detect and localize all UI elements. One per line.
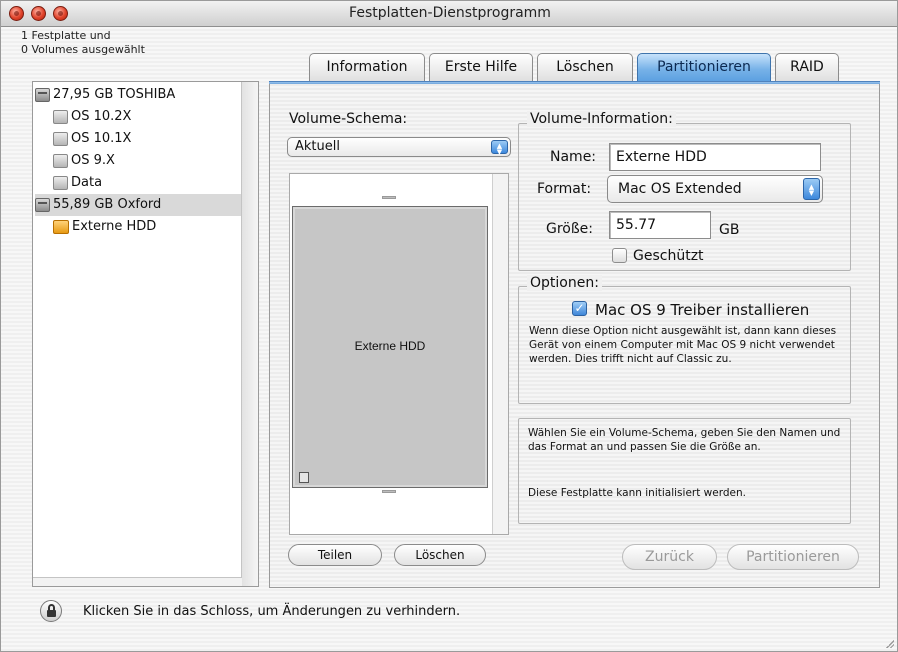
disk-icon xyxy=(35,198,50,212)
protected-checkbox[interactable] xyxy=(612,248,627,263)
selection-summary: 1 Festplatte und 0 Volumes ausgewählt xyxy=(21,29,145,57)
external-volume-icon xyxy=(53,220,69,234)
volume-scheme-label: Volume-Schema: xyxy=(289,111,408,127)
lock-body xyxy=(47,610,56,617)
revert-button[interactable]: Zurück xyxy=(622,544,717,570)
delete-button[interactable]: Löschen xyxy=(394,544,486,566)
lock-icon[interactable] xyxy=(40,600,62,622)
disk-item-label: 27,95 GB TOSHIBA xyxy=(53,87,176,102)
popup-arrows-icon: ▲ ▼ xyxy=(491,140,508,156)
initialize-note: Diese Festplatte kann initialisiert werd… xyxy=(528,487,746,499)
volume-item-label: Externe HDD xyxy=(72,219,157,234)
title-bar: Festplatten-Dienstprogramm xyxy=(1,1,897,27)
protected-label: Geschützt xyxy=(633,248,704,264)
mac-os-9-driver-label: Mac OS 9 Treiber installieren xyxy=(595,301,810,319)
disk-item-label: 55,89 GB Oxford xyxy=(53,197,162,212)
volume-item-label: OS 10.1X xyxy=(71,131,132,146)
split-button[interactable]: Teilen xyxy=(288,544,382,566)
selection-summary-line2: 0 Volumes ausgewählt xyxy=(21,43,145,56)
volume-item-externe-hdd[interactable]: Externe HDD xyxy=(53,216,156,238)
tab-information[interactable]: Information xyxy=(309,53,425,82)
lock-icon xyxy=(299,472,309,483)
volume-item-label: OS 9.X xyxy=(71,153,115,168)
volume-item-os102x[interactable]: OS 10.2X xyxy=(53,106,131,128)
selection-summary-line1: 1 Festplatte und xyxy=(21,29,111,42)
volume-item-os9x[interactable]: OS 9.X xyxy=(53,150,115,172)
size-unit: GB xyxy=(719,222,740,238)
disk-icon xyxy=(35,88,50,102)
partition-block[interactable]: Externe HDD xyxy=(292,206,488,488)
volume-scheme-value: Aktuell xyxy=(295,139,340,154)
tab-first-aid[interactable]: Erste Hilfe xyxy=(429,53,533,82)
volume-icon xyxy=(53,110,68,124)
name-label: Name: xyxy=(550,149,597,165)
tab-partition[interactable]: Partitionieren xyxy=(637,53,771,82)
volume-item-os101x[interactable]: OS 10.1X xyxy=(53,128,131,150)
disk-item-toshiba[interactable]: 27,95 GB TOSHIBA xyxy=(35,84,175,106)
window-title: Festplatten-Dienstprogramm xyxy=(349,5,551,21)
instructions-text: Wählen Sie ein Volume-Schema, geben Sie … xyxy=(528,427,841,453)
resize-handle-bottom[interactable] xyxy=(382,490,396,493)
volume-item-label: OS 10.2X xyxy=(71,109,132,124)
partition-map-scrollbar[interactable] xyxy=(492,174,508,534)
tab-erase[interactable]: Löschen xyxy=(537,53,633,82)
format-popup[interactable]: Mac OS Extended ▲ ▼ xyxy=(607,175,823,203)
partition-map[interactable]: Externe HDD xyxy=(289,173,509,535)
volume-item-label: Data xyxy=(71,175,103,190)
disk-list-scrollbar[interactable] xyxy=(241,82,258,586)
disk-list[interactable]: 27,95 GB TOSHIBA OS 10.2X OS 10.1X OS 9.… xyxy=(32,81,259,587)
size-field[interactable]: 55.77 xyxy=(609,211,711,239)
partition-button[interactable]: Partitionieren xyxy=(727,544,859,570)
options-label: Optionen: xyxy=(527,275,602,291)
popup-arrows-icon: ▲ ▼ xyxy=(803,178,820,200)
mac-os-9-driver-checkbox[interactable]: ✓ xyxy=(572,301,587,316)
disk-item-oxford[interactable]: 55,89 GB Oxford xyxy=(35,194,241,216)
disk-utility-window: Festplatten-Dienstprogramm 1 Festplatte … xyxy=(0,0,898,652)
volume-icon xyxy=(53,132,68,146)
resize-grip[interactable] xyxy=(884,638,894,648)
volume-item-data[interactable]: Data xyxy=(53,172,102,194)
volume-icon xyxy=(53,154,68,168)
driver-help-text: Wenn diese Option nicht ausgewählt ist, … xyxy=(529,325,837,365)
volume-scheme-popup[interactable]: Aktuell ▲ ▼ xyxy=(287,137,511,157)
disk-list-hscrollbar[interactable] xyxy=(33,577,242,586)
resize-handle-top[interactable] xyxy=(382,196,396,199)
tab-raid[interactable]: RAID xyxy=(775,53,839,82)
format-label: Format: xyxy=(537,181,592,197)
size-label: Größe: xyxy=(546,221,594,237)
status-text: Klicken Sie in das Schloss, um Änderunge… xyxy=(83,604,461,619)
volume-icon xyxy=(53,176,68,190)
volume-info-label: Volume-Information: xyxy=(527,111,676,127)
partition-label: Externe HDD xyxy=(354,339,426,353)
format-value: Mac OS Extended xyxy=(618,181,742,197)
name-field[interactable]: Externe HDD xyxy=(609,143,821,171)
